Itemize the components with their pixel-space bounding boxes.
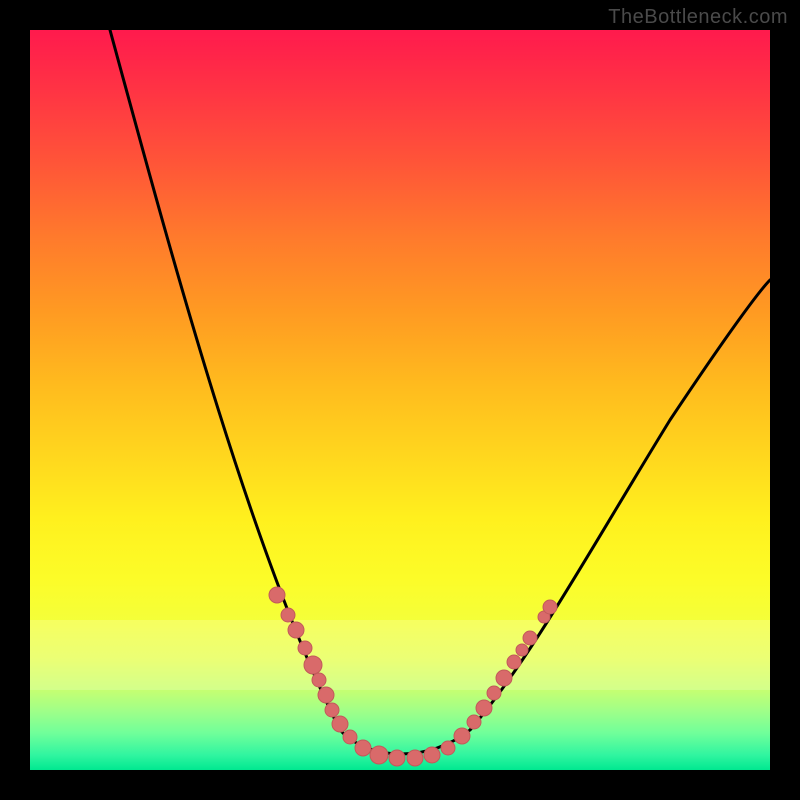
data-dot xyxy=(407,750,423,766)
data-dot xyxy=(487,686,501,700)
data-dot xyxy=(325,703,339,717)
data-dot xyxy=(298,641,312,655)
data-dot xyxy=(312,673,326,687)
data-dot xyxy=(355,740,371,756)
data-dot xyxy=(454,728,470,744)
plot-area xyxy=(30,30,770,770)
data-dot xyxy=(538,611,550,623)
data-dot xyxy=(507,655,521,669)
data-dot xyxy=(543,600,557,614)
data-dot xyxy=(370,746,388,764)
data-dot xyxy=(304,656,322,674)
data-dot xyxy=(288,622,304,638)
watermark-text: TheBottleneck.com xyxy=(608,6,788,29)
data-dot xyxy=(332,716,348,732)
data-dot xyxy=(496,670,512,686)
data-dot xyxy=(318,687,334,703)
data-dot xyxy=(389,750,405,766)
dots-layer xyxy=(30,30,770,770)
data-dot xyxy=(476,700,492,716)
data-dot xyxy=(467,715,481,729)
curve-layer xyxy=(30,30,770,770)
chart-stage: TheBottleneck.com xyxy=(0,0,800,800)
highlight-band xyxy=(30,620,770,690)
data-dot xyxy=(269,587,285,603)
data-dot xyxy=(523,631,537,645)
data-dot xyxy=(343,730,357,744)
data-dot xyxy=(441,741,455,755)
data-dot xyxy=(424,747,440,763)
data-dot xyxy=(516,644,528,656)
curve-left xyxy=(110,30,770,754)
data-dot xyxy=(281,608,295,622)
